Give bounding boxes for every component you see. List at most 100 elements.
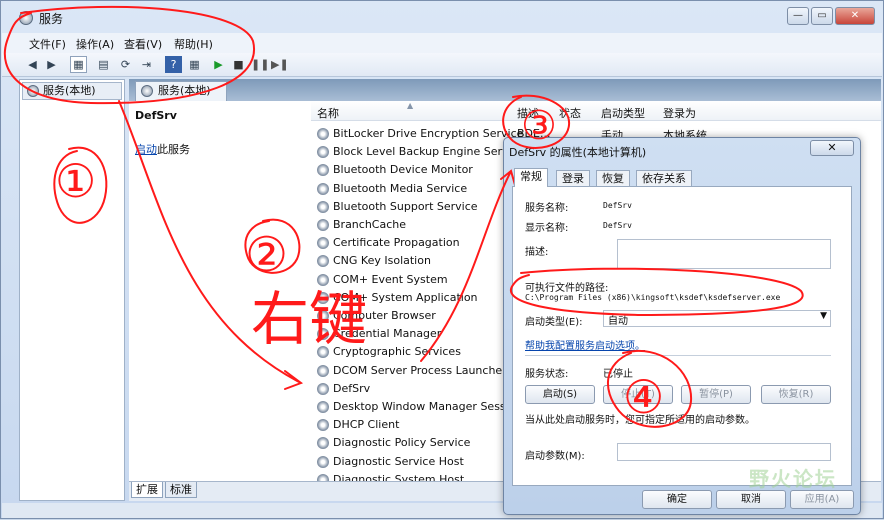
separator <box>525 355 831 356</box>
ok-button[interactable]: 确定 <box>642 490 712 509</box>
gear-icon <box>317 273 329 286</box>
show-tree-icon[interactable]: ▦ <box>70 56 87 73</box>
main-tab-label: 服务(本地) <box>158 84 211 97</box>
cancel-button[interactable]: 取消 <box>716 490 786 509</box>
title-bar: 服务 — ▭ ✕ <box>1 1 883 33</box>
service-name-cell: Diagnostic Service Host <box>333 454 464 468</box>
service-name-cell: CNG Key Isolation <box>333 254 431 268</box>
tree-node-services-local[interactable]: 服务(本地) <box>22 82 122 100</box>
service-name-cell: Computer Browser <box>333 309 436 322</box>
display-name-label: 显示名称: <box>525 223 569 234</box>
minimize-button[interactable]: — <box>787 7 809 25</box>
resume-button[interactable]: 恢复(R) <box>761 385 831 404</box>
apply-button[interactable]: 应用(A) <box>790 490 854 509</box>
help-icon[interactable]: ? <box>165 56 182 73</box>
toolbar: ◀ ▶ ▦ ▤ ⟳ ⇥ ? ▦ ▶ ■ ❚❚ ▶❚ <box>2 53 882 77</box>
stop-service-icon[interactable]: ■ <box>230 56 247 73</box>
maximize-button[interactable]: ▭ <box>811 7 833 25</box>
service-name-cell: Credential Manager <box>333 327 442 341</box>
gear-icon <box>317 200 329 213</box>
general-tab-panel: 服务名称: DefSrv 显示名称: DefSrv 描述: 可执行文件的路径: … <box>512 186 852 486</box>
properties-dialog: DefSrv 的属性(本地计算机) ✕ 常规 登录 恢复 依存关系 服务名称: … <box>503 137 861 515</box>
tab-general[interactable]: 常规 <box>514 168 548 187</box>
service-status-label: 服务状态: <box>525 369 569 380</box>
gear-icon <box>317 182 329 195</box>
service-name-cell: Bluetooth Media Service <box>333 181 468 195</box>
start-button[interactable]: 启动(S) <box>525 385 595 404</box>
chevron-down-icon: ▼ <box>820 311 827 321</box>
gear-icon <box>317 237 329 250</box>
gear-icon <box>317 419 329 432</box>
start-service-icon[interactable]: ▶ <box>210 56 227 73</box>
start-service-rest: 此服务 <box>157 143 190 156</box>
dialog-title: DefSrv 的属性(本地计算机) <box>509 146 647 159</box>
gear-icon <box>317 382 329 395</box>
col-status[interactable]: 状态 <box>559 105 581 121</box>
gear-icon <box>317 455 329 468</box>
menu-view[interactable]: 查看(V) <box>124 36 162 52</box>
gear-icon <box>317 401 329 413</box>
tab-extended[interactable]: 扩展 <box>131 482 163 498</box>
gear-icon <box>317 328 329 341</box>
main-header: 服务(本地) <box>129 79 881 101</box>
help-config-link[interactable]: 帮助我配置服务启动选项。 <box>525 337 645 352</box>
gear-icon <box>317 437 329 450</box>
pause-service-icon[interactable]: ❚❚ <box>250 56 269 73</box>
start-service-line: 启动此服务 <box>135 141 190 157</box>
export-icon[interactable]: ⇥ <box>138 56 155 73</box>
exe-path-value: C:\Program Files (x86)\kingsoft\ksdef\ks… <box>525 293 781 302</box>
close-button[interactable]: ✕ <box>835 7 875 25</box>
startup-type-value: 自动 <box>608 316 628 327</box>
console-tree: 服务(本地) <box>19 79 125 501</box>
forward-icon[interactable]: ▶ <box>43 56 60 73</box>
tree-node-label: 服务(本地) <box>43 84 96 97</box>
service-name-cell: Certificate Propagation <box>333 236 460 250</box>
service-name-cell: Cryptographic Services <box>333 345 461 359</box>
menu-file[interactable]: 文件(F) <box>29 36 66 52</box>
tab-logon[interactable]: 登录 <box>556 170 590 187</box>
pause-button[interactable]: 暂停(P) <box>681 385 751 404</box>
tab-recovery[interactable]: 恢复 <box>596 170 630 187</box>
startup-type-select[interactable]: 自动 ▼ <box>603 310 831 327</box>
gear-icon <box>317 128 329 140</box>
column-header: 名称 ▲ 描述 状态 启动类型 登录为 <box>311 101 881 121</box>
restart-service-icon[interactable]: ▶❚ <box>270 56 289 73</box>
service-name-cell: Desktop Window Manager Session <box>333 400 523 413</box>
gear-icon <box>19 11 33 25</box>
back-icon[interactable]: ◀ <box>24 56 41 73</box>
dialog-close-button[interactable]: ✕ <box>810 140 854 156</box>
tab-dependencies[interactable]: 依存关系 <box>636 170 692 187</box>
service-name-cell: DCOM Server Process Launcher <box>333 363 507 377</box>
start-service-link[interactable]: 启动 <box>135 143 157 156</box>
service-name-cell: Diagnostic System Host <box>333 472 465 481</box>
col-logon-as[interactable]: 登录为 <box>663 105 696 121</box>
menu-action[interactable]: 操作(A) <box>76 36 114 52</box>
gear-icon <box>317 291 329 304</box>
list-icon[interactable]: ▤ <box>95 56 112 73</box>
col-name[interactable]: 名称 <box>317 105 339 121</box>
properties-icon[interactable]: ▦ <box>186 56 203 73</box>
gear-icon <box>317 364 329 377</box>
service-name-cell: COM+ System Application <box>333 290 478 304</box>
gear-icon <box>317 255 329 268</box>
col-description[interactable]: 描述 <box>517 105 539 121</box>
window-title: 服务 <box>39 12 64 26</box>
stop-button[interactable]: 停止(T) <box>603 385 673 404</box>
col-startup-type[interactable]: 启动类型 <box>601 105 645 121</box>
service-name-cell: BitLocker Drive Encryption Service <box>333 127 524 140</box>
description-field[interactable] <box>617 239 831 269</box>
gear-icon <box>317 146 329 159</box>
refresh-icon[interactable]: ⟳ <box>117 56 134 73</box>
service-name-value: DefSrv <box>603 201 632 210</box>
tab-standard[interactable]: 标准 <box>165 482 197 498</box>
gear-icon <box>317 310 329 322</box>
menu-help[interactable]: 帮助(H) <box>174 36 213 52</box>
service-name-cell: Bluetooth Support Service <box>333 199 478 213</box>
sort-up-icon: ▲ <box>407 101 414 110</box>
gear-icon <box>317 346 329 359</box>
start-params-input[interactable] <box>617 443 831 461</box>
gear-icon <box>317 219 329 231</box>
forum-watermark: 野火论坛 <box>749 467 837 491</box>
services-window: 服务 — ▭ ✕ 文件(F) 操作(A) 查看(V) 帮助(H) ◀ ▶ ▦ ▤… <box>0 0 884 519</box>
service-status-value: 已停止 <box>603 369 633 380</box>
